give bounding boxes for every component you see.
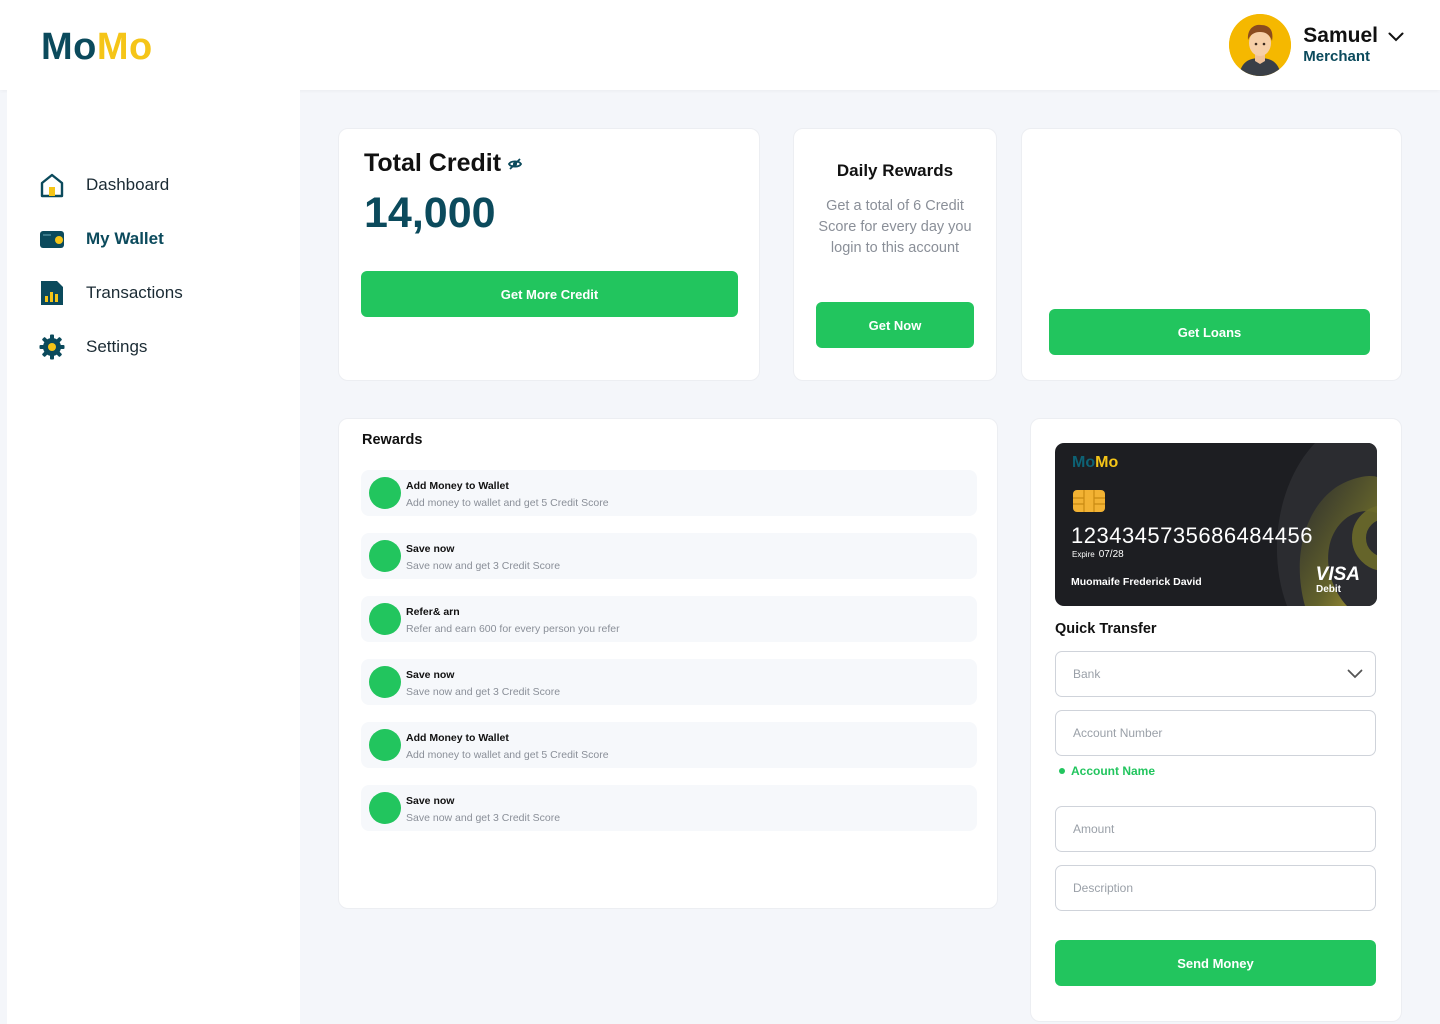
description-input[interactable] (1055, 865, 1376, 911)
bank-select[interactable]: Bank (1055, 651, 1376, 697)
card-logo: MoMo (1072, 454, 1119, 471)
card-number: 1234345735686484456 (1071, 523, 1313, 548)
rewards-title: Rewards (362, 432, 423, 448)
total-credit-amount: 14,000 (364, 189, 496, 237)
daily-rewards-description: Get a total of 6 Credit Score for every … (818, 198, 972, 256)
sidebar-item-settings[interactable]: Settings (39, 332, 147, 362)
sidebar-item-label: Settings (86, 337, 148, 356)
card-expiry: Expire 07/28 (1072, 549, 1124, 560)
reward-name: Save now (406, 669, 455, 681)
quick-transfer-title: Quick Transfer (1055, 621, 1157, 637)
send-money-button[interactable]: Send Money (1055, 940, 1376, 986)
reward-item[interactable]: Add Money to Wallet Add money to wallet … (361, 470, 977, 516)
total-credit-card: Total Credit 14,000 Get More Credit (338, 128, 760, 381)
quick-transfer-card: MoMo 1234345735686484456 Expire 07/28 Muo… (1030, 418, 1402, 1022)
user-role: Merchant (1303, 48, 1370, 65)
sidebar-item-label: Transactions (86, 283, 183, 302)
rewards-card: Rewards Add Money to Wallet Add money to… (338, 418, 998, 909)
momo-logo[interactable]: MoMo (41, 26, 153, 69)
reward-name: Add Money to Wallet (406, 480, 509, 492)
reward-status-dot (369, 603, 401, 635)
reward-status-dot (369, 477, 401, 509)
card-holder-name: Muomaife Frederick David (1071, 576, 1202, 588)
reward-status-dot (369, 666, 401, 698)
reward-name: Save now (406, 543, 455, 555)
sidebar-item-transactions[interactable]: Transactions (39, 278, 183, 308)
debit-card: MoMo 1234345735686484456 Expire 07/28 Muo… (1055, 443, 1377, 606)
reward-item[interactable]: Save now Save now and get 3 Credit Score (361, 659, 977, 705)
reward-description: Save now and get 3 Credit Score (406, 560, 561, 572)
wallet-icon (39, 226, 65, 252)
reward-item[interactable]: Refer& arn Refer and earn 600 for every … (361, 596, 977, 642)
card-chip-icon (1073, 490, 1105, 512)
reward-name: Refer& arn (406, 606, 460, 618)
home-icon (39, 172, 65, 198)
sidebar-item-label: Dashboard (86, 175, 170, 194)
reward-status-dot (369, 729, 401, 761)
sidebar-item-my-wallet[interactable]: My Wallet (39, 224, 164, 254)
get-more-credit-button[interactable]: Get More Credit (361, 271, 738, 317)
top-bar: MoMo Samuel Merchant (0, 0, 1440, 90)
amount-input[interactable] (1055, 806, 1376, 852)
status-dot (1059, 768, 1065, 774)
eye-off-icon[interactable] (508, 149, 523, 178)
bank-select-value: Bank (1073, 667, 1101, 681)
loans-card: Get Loans (1021, 128, 1402, 381)
reward-name: Add Money to Wallet (406, 732, 509, 744)
visa-logo: VISA (1315, 564, 1360, 585)
logo-part-1: Mo (41, 26, 97, 68)
reward-description: Add money to wallet and get 5 Credit Sco… (406, 749, 609, 761)
account-number-input[interactable] (1055, 710, 1376, 756)
reward-description: Add money to wallet and get 5 Credit Sco… (406, 497, 609, 509)
logo-part-2: Mo (96, 26, 153, 68)
user-name: Samuel (1303, 24, 1378, 47)
reward-description: Save now and get 3 Credit Score (406, 812, 561, 824)
reward-description: Refer and earn 600 for every person you … (406, 623, 620, 635)
sidebar-item-label: My Wallet (86, 229, 164, 248)
sidebar-item-dashboard[interactable]: Dashboard (39, 170, 169, 200)
get-loans-button[interactable]: Get Loans (1049, 309, 1370, 355)
reward-item[interactable]: Save now Save now and get 3 Credit Score (361, 533, 977, 579)
total-credit-label: Total Credit (364, 149, 502, 177)
daily-rewards-title: Daily Rewards (836, 161, 954, 180)
sidebar: Dashboard My Wallet Transactions Setting… (7, 90, 300, 1024)
reward-description: Save now and get 3 Credit Score (406, 686, 561, 698)
account-name-label: Account Name (1059, 764, 1155, 778)
reward-name: Save now (406, 795, 455, 807)
chart-report-icon (39, 280, 65, 306)
gear-icon (39, 334, 65, 360)
chevron-down-icon (1347, 666, 1363, 687)
card-type: Debit (1316, 584, 1341, 595)
daily-rewards-card: Daily Rewards Get a total of 6 Credit Sc… (793, 128, 997, 381)
chevron-down-icon[interactable] (1388, 29, 1404, 47)
total-credit-title: Total Credit (364, 149, 523, 178)
avatar[interactable] (1229, 14, 1292, 76)
reward-status-dot (369, 792, 401, 824)
reward-item[interactable]: Save now Save now and get 3 Credit Score (361, 785, 977, 831)
reward-item[interactable]: Add Money to Wallet Add money to wallet … (361, 722, 977, 768)
user-menu[interactable]: Samuel Merchant (1229, 14, 1404, 76)
get-now-button[interactable]: Get Now (816, 302, 974, 348)
reward-status-dot (369, 540, 401, 572)
